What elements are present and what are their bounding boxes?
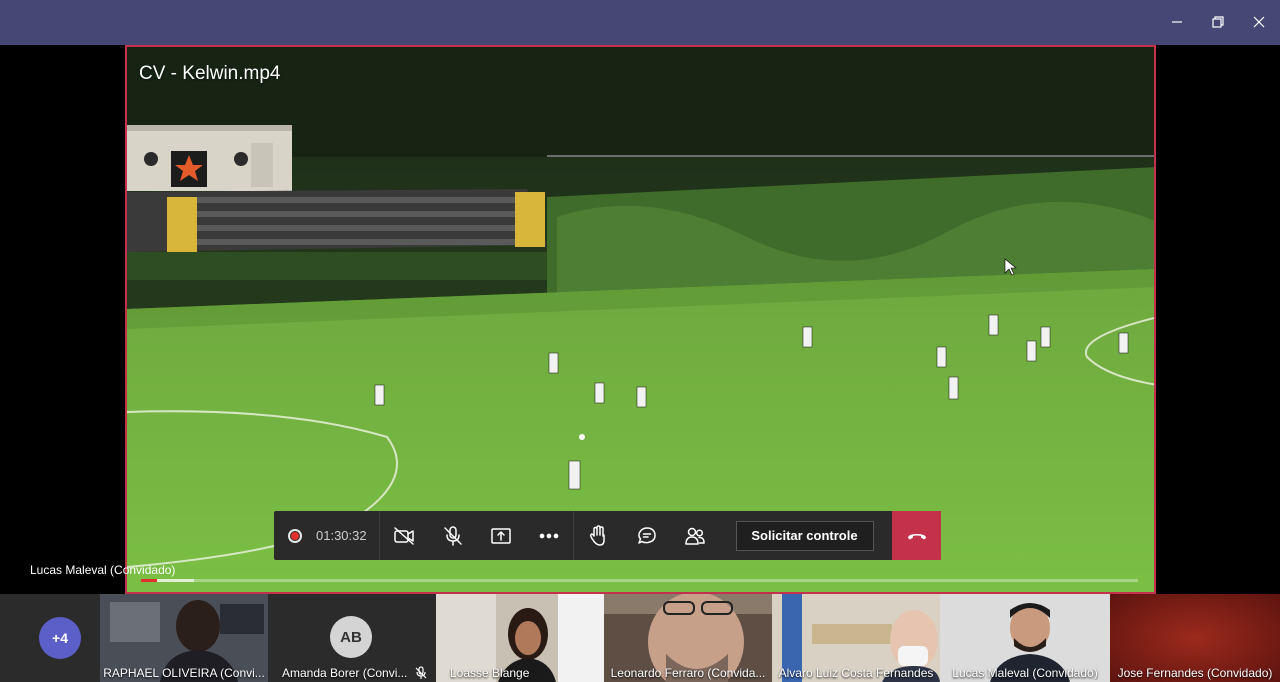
restore-button[interactable] — [1203, 8, 1233, 36]
close-icon — [1253, 16, 1265, 28]
call-controls-bar: 01:30:32 Solicitar controle — [274, 511, 941, 560]
overflow-count-badge[interactable]: +4 — [39, 617, 81, 659]
more-options-icon — [539, 533, 559, 538]
title-bar — [0, 0, 1280, 45]
minimize-icon — [1172, 21, 1182, 23]
progress-played — [141, 579, 157, 582]
recording-time: 01:30:32 — [316, 528, 367, 543]
participant-name: RAPHAEL OLIVEIRA (Convi... — [103, 666, 265, 680]
raise-hand-button[interactable] — [574, 511, 623, 560]
avatar: AB — [330, 616, 372, 658]
participants-button[interactable] — [671, 511, 720, 560]
participants-icon — [685, 527, 705, 545]
request-control-button[interactable]: Solicitar controle — [735, 520, 874, 551]
participant-tile[interactable]: Leonardo Ferraro (Convida... — [604, 594, 772, 682]
mic-toggle-button[interactable] — [429, 511, 478, 560]
chat-icon — [637, 526, 656, 544]
shared-file-title: CV - Kelwin.mp4 — [139, 63, 281, 84]
presenter-name: Lucas Maleval (Convidado) — [30, 563, 176, 577]
chat-button[interactable] — [623, 511, 672, 560]
video-progress-bar[interactable] — [141, 579, 1138, 582]
participant-strip: +4 RAPHAEL OLIVEIRA (Convi... AB Amanda … — [0, 594, 1280, 682]
participant-tile[interactable]: RAPHAEL OLIVEIRA (Convi... — [100, 594, 268, 682]
participant-name: Leonardo Ferraro (Convida... — [610, 666, 766, 680]
hang-up-button[interactable] — [892, 511, 941, 560]
participant-name: Jose Fernandes (Convidado) — [1117, 666, 1273, 680]
camera-off-icon — [394, 526, 414, 545]
participant-tile[interactable]: Loasse Blange — [436, 594, 604, 682]
share-tray-icon — [491, 527, 511, 544]
participant-tile[interactable]: Jose Fernandes (Convidado) — [1110, 594, 1280, 682]
share-tray-button[interactable] — [477, 511, 526, 560]
restore-icon — [1212, 16, 1224, 28]
participant-tile[interactable]: Alvaro Luiz Costa Fernandes — [772, 594, 940, 682]
mic-off-icon — [415, 666, 427, 679]
close-button[interactable] — [1244, 8, 1274, 36]
participant-name: Lucas Maleval (Convidado) — [952, 666, 1098, 680]
minimize-button[interactable] — [1162, 8, 1192, 36]
participant-name: Loasse Blange — [450, 666, 530, 680]
participant-name: Amanda Borer (Convi... — [282, 666, 408, 680]
recording-indicator: 01:30:32 — [274, 511, 380, 560]
participant-name: Alvaro Luiz Costa Fernandes — [778, 666, 934, 680]
more-options-button[interactable] — [526, 511, 574, 560]
camera-toggle-button[interactable] — [380, 511, 429, 560]
participant-tile[interactable]: Lucas Maleval (Convidado) — [940, 594, 1110, 682]
hang-up-icon — [907, 533, 926, 539]
record-icon — [288, 528, 302, 543]
mic-off-icon — [444, 525, 462, 546]
raise-hand-icon — [590, 524, 605, 546]
participant-tile[interactable]: AB Amanda Borer (Convi... — [268, 594, 436, 682]
